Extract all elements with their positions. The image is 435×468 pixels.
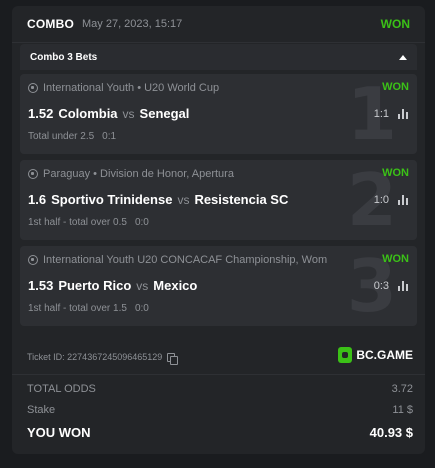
stake-label: Stake xyxy=(27,404,56,416)
score: 1:0 xyxy=(373,194,389,206)
away-team: Resistencia SC xyxy=(194,192,289,207)
bet-status: WON xyxy=(382,81,409,93)
bet-item[interactable]: 2 Paraguay • Division de Honor, Apertura… xyxy=(20,160,417,240)
vs-label: vs xyxy=(122,107,135,121)
market-name: 1st half - total over 1.5 xyxy=(28,303,127,314)
market-name: Total under 2.5 xyxy=(28,131,95,142)
home-team: Colombia xyxy=(58,106,118,121)
odds: 1.53 xyxy=(28,278,54,293)
league: Paraguay • Division de Honor, Apertura xyxy=(28,168,377,180)
bet-slip-card: COMBO May 27, 2023, 15:17 WON Combo 3 Be… xyxy=(12,6,425,454)
home-team: Sportivo Trinidense xyxy=(51,192,173,207)
combo-label: COMBO xyxy=(27,17,74,31)
match: 1.53 Puerto Rico vs Mexico xyxy=(28,278,197,293)
odds: 1.6 xyxy=(28,192,47,207)
ticket-id-text: Ticket ID: 2274367245096465129 xyxy=(27,352,163,362)
odds: 1.52 xyxy=(28,106,54,121)
slip-header: COMBO May 27, 2023, 15:17 WON xyxy=(27,16,410,32)
summary-divider xyxy=(12,374,425,375)
slip-status: WON xyxy=(380,17,410,31)
total-odds-row: TOTAL ODDS 3.72 xyxy=(27,383,413,395)
chevron-up-icon xyxy=(399,54,407,60)
home-team: Puerto Rico xyxy=(58,278,132,293)
market-selection: 0:0 xyxy=(134,303,149,314)
match: 1.6 Sportivo Trinidense vs Resistencia S… xyxy=(28,192,288,207)
soccer-ball-icon xyxy=(28,169,38,179)
brand: BC.GAME xyxy=(338,347,413,363)
soccer-ball-icon xyxy=(28,255,38,265)
away-team: Senegal xyxy=(139,106,190,121)
bets-toggle[interactable]: Combo 3 Bets xyxy=(20,44,417,70)
stats-icon[interactable] xyxy=(398,280,409,291)
copy-icon[interactable] xyxy=(167,352,179,365)
score: 1:1 xyxy=(373,108,389,120)
score: 0:3 xyxy=(373,280,389,292)
stats-icon[interactable] xyxy=(398,194,409,205)
market-name: 1st half - total over 0.5 xyxy=(28,217,127,228)
brand-name: BC.GAME xyxy=(356,348,413,362)
stake-value: 11 $ xyxy=(392,404,413,416)
market-selection: 0:0 xyxy=(134,217,149,228)
bc-game-logo-icon xyxy=(338,347,353,363)
vs-label: vs xyxy=(136,279,149,293)
header-divider xyxy=(12,42,425,43)
ticket-id: Ticket ID: 2274367245096465129 xyxy=(27,352,179,365)
league-name: International Youth U20 CONCACAF Champio… xyxy=(43,254,328,266)
league-name: Paraguay • Division de Honor, Apertura xyxy=(43,168,234,180)
bet-status: WON xyxy=(382,167,409,179)
stats-icon[interactable] xyxy=(398,108,409,119)
total-odds-value: 3.72 xyxy=(391,383,413,395)
match: 1.52 Colombia vs Senegal xyxy=(28,106,189,121)
bet-date: May 27, 2023, 15:17 xyxy=(82,18,183,30)
market: 1st half - total over 1.5 0:0 xyxy=(28,303,149,314)
bet-status: WON xyxy=(382,253,409,265)
market: Total under 2.5 0:1 xyxy=(28,131,116,142)
soccer-ball-icon xyxy=(28,83,38,93)
market-selection: 0:1 xyxy=(102,131,117,142)
won-value: 40.93 $ xyxy=(369,425,413,440)
league: International Youth U20 CONCACAF Champio… xyxy=(28,254,377,266)
bets-title: Combo 3 Bets xyxy=(30,51,98,63)
won-row: YOU WON 40.93 $ xyxy=(27,425,413,440)
bet-item[interactable]: 3 International Youth U20 CONCACAF Champ… xyxy=(20,246,417,326)
won-label: YOU WON xyxy=(27,425,91,440)
vs-label: vs xyxy=(177,193,190,207)
bet-item[interactable]: 1 International Youth • U20 World Cup WO… xyxy=(20,74,417,154)
league: International Youth • U20 World Cup xyxy=(28,82,377,94)
total-odds-label: TOTAL ODDS xyxy=(27,383,96,395)
league-name: International Youth • U20 World Cup xyxy=(43,82,220,94)
away-team: Mexico xyxy=(153,278,198,293)
market: 1st half - total over 0.5 0:0 xyxy=(28,217,149,228)
stake-row: Stake 11 $ xyxy=(27,404,413,416)
